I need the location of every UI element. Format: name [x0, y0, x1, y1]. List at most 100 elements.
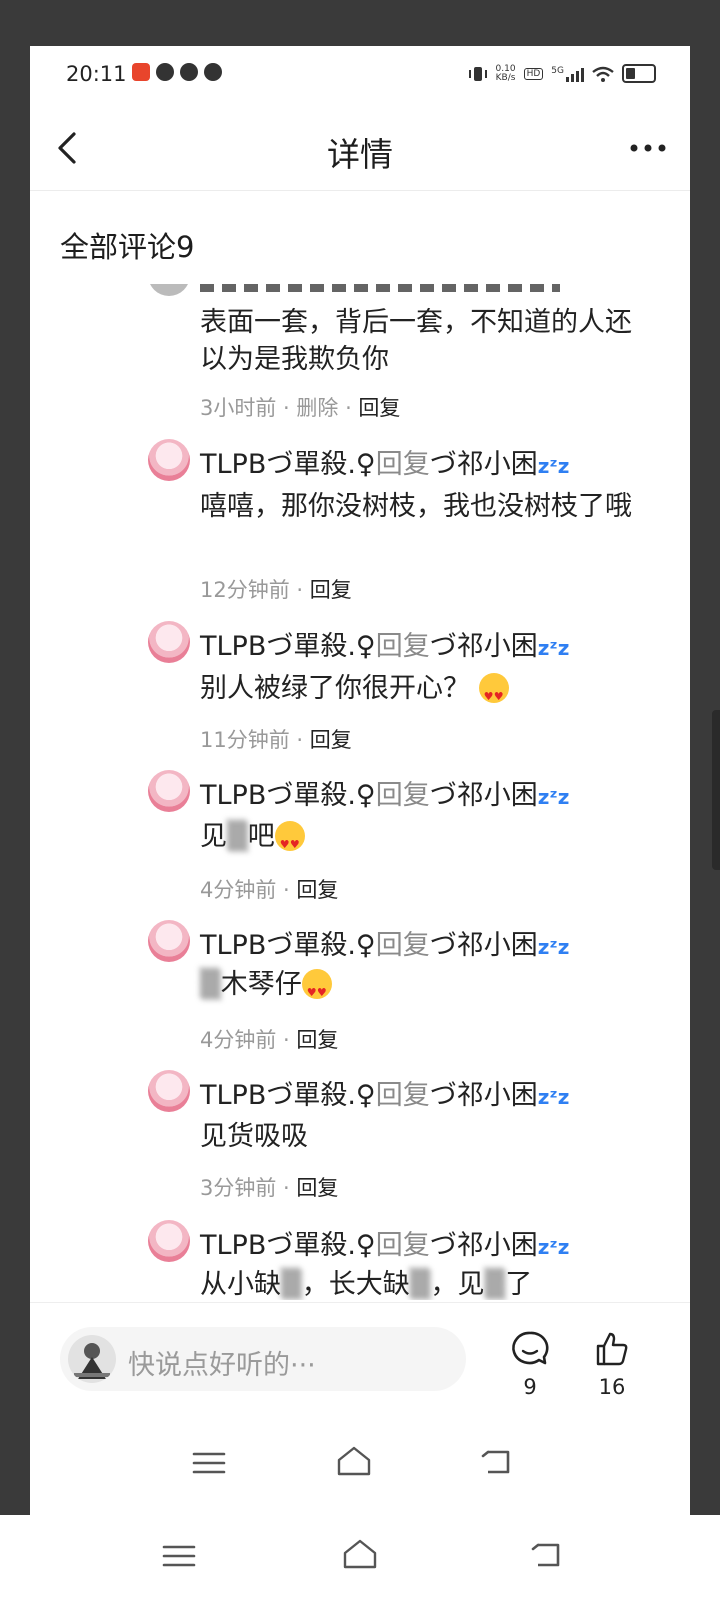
comment-text-part: 从小缺: [200, 1269, 281, 1300]
top-nav-bar: 详情: [30, 106, 690, 191]
reply-link[interactable]: 回复: [310, 578, 352, 602]
reply-target-name[interactable]: づ祁小困: [430, 1230, 538, 1261]
comment-meta: 4分钟前 · 回复: [200, 1024, 338, 1054]
like-count: 16: [598, 1375, 626, 1399]
reply-link[interactable]: 回复: [296, 878, 338, 902]
signal-label: 5G: [551, 65, 564, 76]
reply-link[interactable]: 回复: [296, 1176, 338, 1200]
heart-eyes-emoji-icon: [274, 821, 305, 863]
signal-icon: 5G: [551, 66, 584, 82]
blurred-text: ▒: [281, 1269, 302, 1300]
blurred-text: ▒: [484, 1269, 506, 1300]
blurred-text: ▒: [200, 969, 221, 1000]
reply-header: TLPBづ單殺.♀回复づ祁小困zᶻz: [200, 624, 569, 663]
comment-text: 见▒吧: [200, 818, 640, 863]
reply-word: 回复: [375, 780, 430, 811]
reply-link[interactable]: 回复: [358, 396, 400, 420]
comment-time: 12分钟前 ·: [200, 578, 310, 602]
comment-text: ▒木琴仔: [200, 966, 640, 1011]
reply-target-name[interactable]: づ祁小困: [430, 1080, 538, 1111]
comments-section-title: 全部评论9: [60, 230, 195, 264]
reply-header: TLPBづ單殺.♀回复づ祁小困zᶻz: [200, 923, 569, 962]
compass-icon: [156, 63, 174, 81]
comment-text-part: 木琴仔: [220, 969, 302, 1000]
battery-icon: [622, 64, 656, 83]
reply-target-name[interactable]: づ祁小困: [430, 449, 538, 480]
reply-header: TLPBづ單殺.♀回复づ祁小困zᶻz: [200, 442, 569, 481]
sleeping-zz-icon: zᶻz: [537, 454, 570, 478]
reply-header: TLPBづ單殺.♀回复づ祁小困zᶻz: [200, 1223, 569, 1262]
reply-link[interactable]: 回复: [296, 1028, 338, 1052]
back-nav-icon[interactable]: [480, 1446, 516, 1478]
comment-time: 4分钟前 ·: [200, 878, 297, 902]
heart-eyes-emoji-icon: [301, 969, 332, 1011]
comment-input-placeholder: 快说点好听的···: [128, 1350, 316, 1381]
comment-text-part: ，长大缺: [301, 1269, 410, 1300]
author-name[interactable]: TLPBづ單殺.♀: [200, 1080, 376, 1111]
side-handle[interactable]: [712, 710, 720, 870]
inner-navigation-bar: [30, 1412, 690, 1515]
sleeping-zz-icon: zᶻz: [537, 935, 570, 959]
author-name[interactable]: TLPBづ單殺.♀: [200, 631, 376, 662]
hd-badge: HD: [523, 67, 544, 80]
more-button[interactable]: [626, 128, 670, 168]
reply-link[interactable]: 回复: [310, 728, 352, 752]
reply-target-name[interactable]: づ祁小困: [430, 780, 538, 811]
menu-icon[interactable]: [192, 1448, 226, 1478]
comment-count: 9: [523, 1375, 537, 1399]
home-icon[interactable]: [334, 1444, 374, 1480]
author-name[interactable]: TLPBづ單殺.♀: [200, 449, 376, 480]
sleeping-zz-icon: zᶻz: [537, 1085, 570, 1109]
reply-word: 回复: [375, 1080, 430, 1111]
reply-target-name[interactable]: づ祁小困: [430, 930, 538, 961]
blurred-text: ▒: [227, 821, 248, 852]
author-name[interactable]: TLPBづ單殺.♀: [200, 1230, 376, 1261]
comment-list[interactable]: 表面一套，背后一套，不知道的人还以为是我欺负你 3小时前 · 删除 · 回复 T…: [30, 284, 690, 1300]
user-avatar: [68, 1335, 116, 1383]
cut-off-header: [200, 284, 560, 292]
comment-meta: 3分钟前 · 回复: [200, 1172, 338, 1202]
author-name[interactable]: TLPBづ單殺.♀: [200, 930, 376, 961]
avatar[interactable]: [148, 621, 190, 663]
device-bezel-top: [0, 0, 720, 46]
delete-link[interactable]: 删除: [296, 396, 338, 420]
comment-meta: 4分钟前 · 回复: [200, 874, 338, 904]
system-menu-icon[interactable]: [162, 1541, 196, 1571]
system-home-icon[interactable]: [340, 1537, 380, 1573]
comment-text: 表面一套，背后一套，不知道的人还以为是我欺负你: [200, 307, 632, 375]
device-bezel-left: [0, 0, 30, 1515]
avatar[interactable]: [148, 770, 190, 812]
blurred-text: ▒: [409, 1269, 431, 1300]
status-system-icons: 0.10 KB/s HD 5G: [468, 64, 656, 83]
page-title: 详情: [327, 135, 393, 174]
net-speed-unit: KB/s: [495, 72, 516, 83]
avatar[interactable]: [148, 439, 190, 481]
comment-text-part: 吧: [247, 821, 275, 852]
avatar[interactable]: [148, 920, 190, 962]
reply-header: TLPBづ單殺.♀回复づ祁小困zᶻz: [200, 773, 569, 812]
author-name[interactable]: TLPBづ單殺.♀: [200, 780, 376, 811]
comment-bubble-icon: [512, 1331, 549, 1365]
comment-text: 别人被绿了你很开心？: [200, 670, 640, 715]
heart-eyes-emoji-icon: [478, 673, 509, 715]
avatar[interactable]: [148, 284, 190, 296]
system-back-icon[interactable]: [530, 1539, 566, 1571]
like-button[interactable]: 16: [582, 1329, 642, 1409]
comment-text: 见货吸吸: [200, 1121, 308, 1152]
reply-target-name[interactable]: づ祁小困: [430, 631, 538, 662]
app-screen: 20:11 0.10 KB/s HD 5G 详情 全部评论9 表面一套，背后一套…: [30, 46, 690, 1515]
reply-word: 回复: [375, 631, 430, 662]
reply-word: 回复: [375, 930, 430, 961]
comment-time: 11分钟前 ·: [200, 728, 310, 752]
comment-input-bar: 快说点好听的··· 9 16: [30, 1302, 690, 1413]
avatar[interactable]: [148, 1070, 190, 1112]
comment-meta: 12分钟前 · 回复: [200, 574, 352, 604]
comment-text: 嘻嘻，那你没树枝，我也没树枝了哦: [200, 491, 632, 522]
system-navigation-bar: [0, 1515, 720, 1600]
comment-button[interactable]: 9: [500, 1329, 560, 1409]
status-time: 20:11: [66, 62, 127, 86]
comment-text-part: 了: [505, 1269, 533, 1300]
comment-input[interactable]: 快说点好听的···: [60, 1327, 466, 1391]
comment-text: 从小缺▒，长大缺▒，见▒了: [200, 1266, 640, 1300]
avatar[interactable]: [148, 1220, 190, 1262]
